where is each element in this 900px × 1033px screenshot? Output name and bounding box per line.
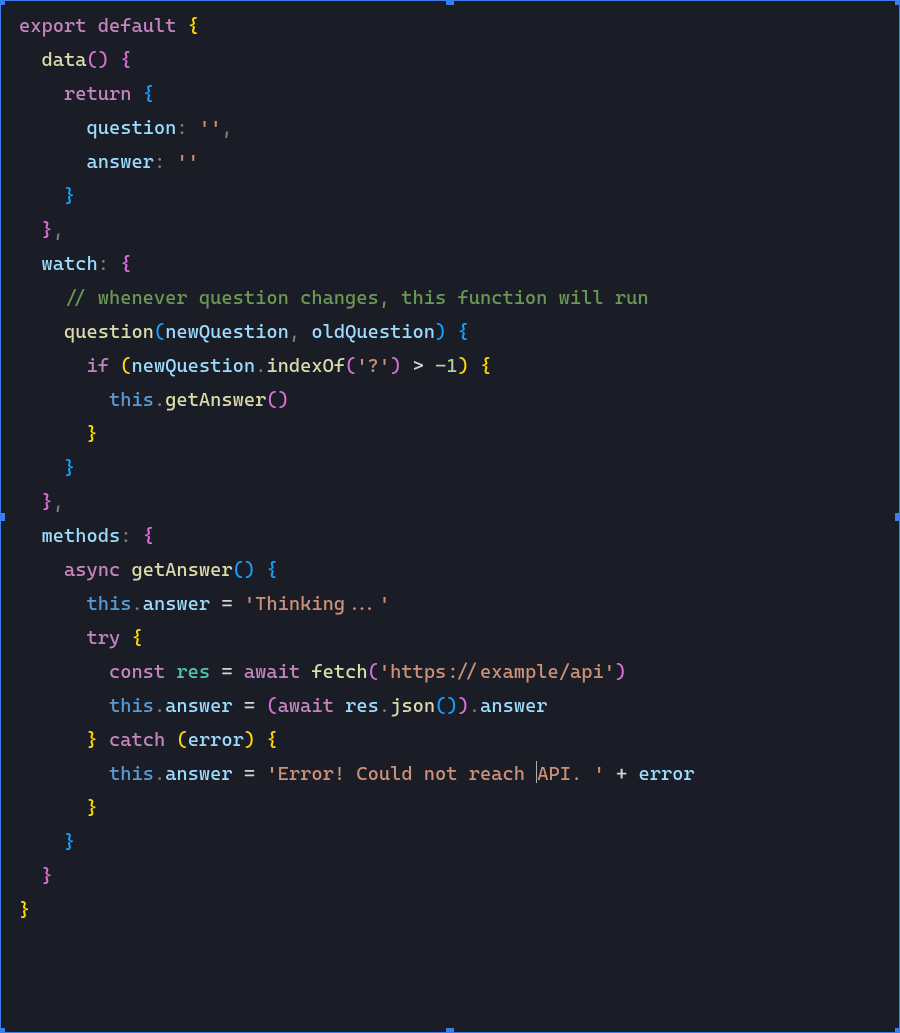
code-content[interactable]: export default { data() { return { quest… (1, 1, 899, 935)
method-indexOf: indexOf (266, 354, 345, 377)
id-res: res (176, 660, 210, 683)
string-url: 'https://example/api' (379, 660, 615, 683)
string-thinking: 'Thinking...' (244, 592, 390, 615)
comment-watch: // whenever question changes, this funct… (64, 286, 649, 309)
string-qmark: '?' (356, 354, 390, 377)
resize-handle-middle-right[interactable] (895, 513, 900, 521)
resize-handle-top-right[interactable] (895, 0, 900, 5)
prop-answer: answer (86, 150, 153, 173)
keyword-catch: catch (109, 728, 165, 751)
prop-question: question (86, 116, 176, 139)
keyword-try: try (86, 626, 120, 649)
resize-handle-bottom-left[interactable] (0, 1028, 5, 1033)
fn-fetch: fetch (311, 660, 367, 683)
resize-handle-top-center[interactable] (446, 0, 454, 5)
keyword-export: export (19, 14, 86, 37)
code-editor[interactable]: export default { data() { return { quest… (0, 0, 900, 1033)
resize-handle-middle-left[interactable] (0, 513, 5, 521)
keyword-this: this (109, 388, 154, 411)
prop-methods: methods (42, 524, 121, 547)
string-error-a: 'Error! Could not reach (266, 762, 536, 785)
prop-watch: watch (42, 252, 98, 275)
resize-handle-bottom-right[interactable] (895, 1028, 900, 1033)
resize-handle-top-left[interactable] (0, 0, 5, 5)
method-json: json (390, 694, 435, 717)
method-getAnswer: getAnswer (165, 388, 266, 411)
string-error-b: API. ' (537, 762, 604, 785)
string-empty: '' (176, 150, 199, 173)
keyword-default: default (98, 14, 177, 37)
method-question: question (64, 320, 154, 343)
keyword-if: if (86, 354, 109, 377)
string-empty: '' (199, 116, 222, 139)
param-newQuestion: newQuestion (165, 320, 289, 343)
method-data: data (42, 48, 87, 71)
param-oldQuestion: oldQuestion (311, 320, 435, 343)
keyword-return: return (64, 82, 131, 105)
id-error: error (188, 728, 244, 751)
resize-handle-bottom-center[interactable] (446, 1028, 454, 1033)
keyword-async: async (64, 558, 120, 581)
keyword-await: await (244, 660, 300, 683)
number-neg1: -1 (435, 354, 458, 377)
keyword-const: const (109, 660, 165, 683)
method-getAnswer-def: getAnswer (131, 558, 232, 581)
